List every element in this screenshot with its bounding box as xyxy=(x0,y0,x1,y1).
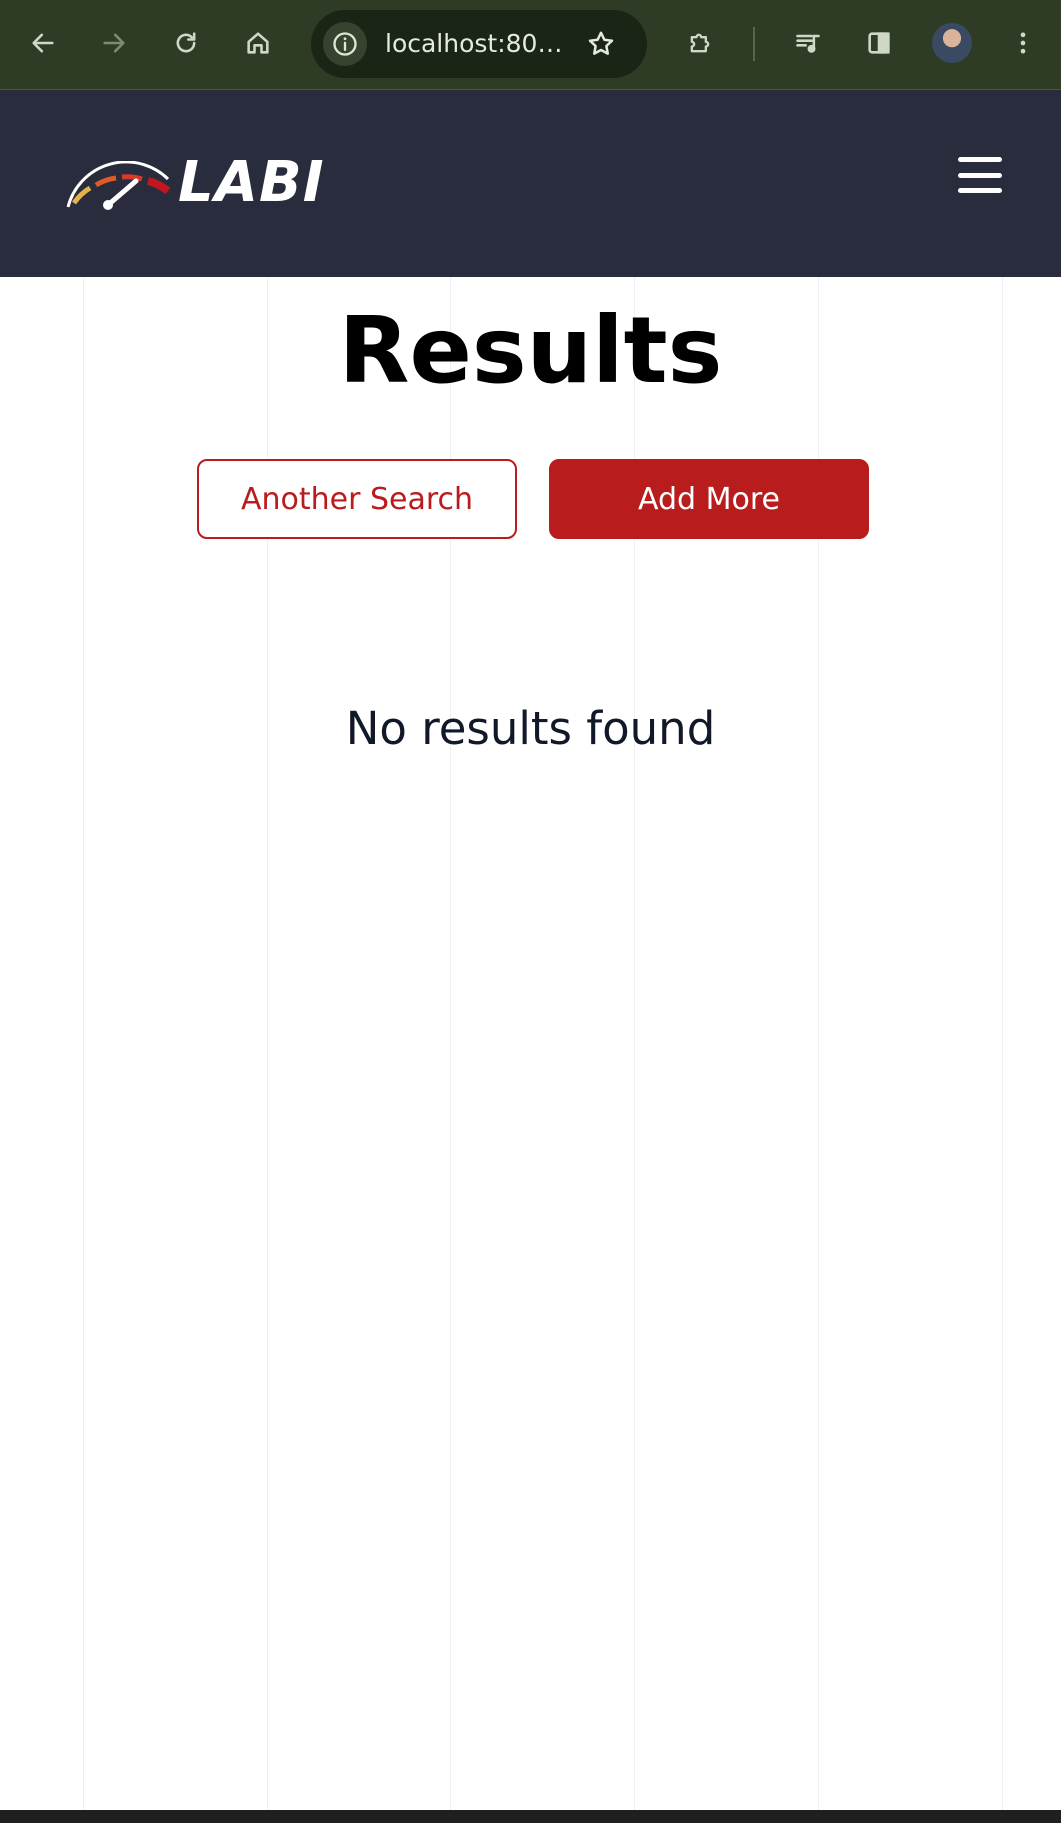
profile-avatar[interactable] xyxy=(932,23,972,63)
main-content: Results Another Search Add More No resul… xyxy=(0,277,1061,1810)
another-search-button[interactable]: Another Search xyxy=(197,459,517,539)
media-queue-icon[interactable] xyxy=(786,21,830,65)
home-icon[interactable] xyxy=(236,21,280,65)
taskbar-strip xyxy=(0,1810,1061,1823)
brand-name[interactable]: LABI xyxy=(178,150,325,215)
add-more-button[interactable]: Add More xyxy=(549,459,869,539)
toolbar-separator xyxy=(753,27,755,61)
more-menu-icon[interactable] xyxy=(1001,21,1045,65)
empty-results-message: No results found xyxy=(345,702,716,755)
grid-line xyxy=(1002,277,1003,1810)
grid-line xyxy=(83,277,84,1810)
url-text[interactable]: localhost:80… xyxy=(385,10,562,78)
hamburger-menu-icon[interactable] xyxy=(954,155,1006,195)
address-bar[interactable]: localhost:80… xyxy=(311,10,647,78)
browser-toolbar: localhost:80… xyxy=(0,0,1061,90)
site-info-icon[interactable] xyxy=(323,22,367,66)
extensions-puzzle-icon[interactable] xyxy=(678,21,722,65)
reload-icon[interactable] xyxy=(164,21,208,65)
page-title: Results xyxy=(338,297,723,404)
side-panel-icon[interactable] xyxy=(857,21,901,65)
bookmark-star-icon[interactable] xyxy=(579,22,623,66)
forward-arrow-icon[interactable] xyxy=(92,21,136,65)
back-arrow-icon[interactable] xyxy=(21,21,65,65)
site-header: LABI xyxy=(0,90,1061,277)
